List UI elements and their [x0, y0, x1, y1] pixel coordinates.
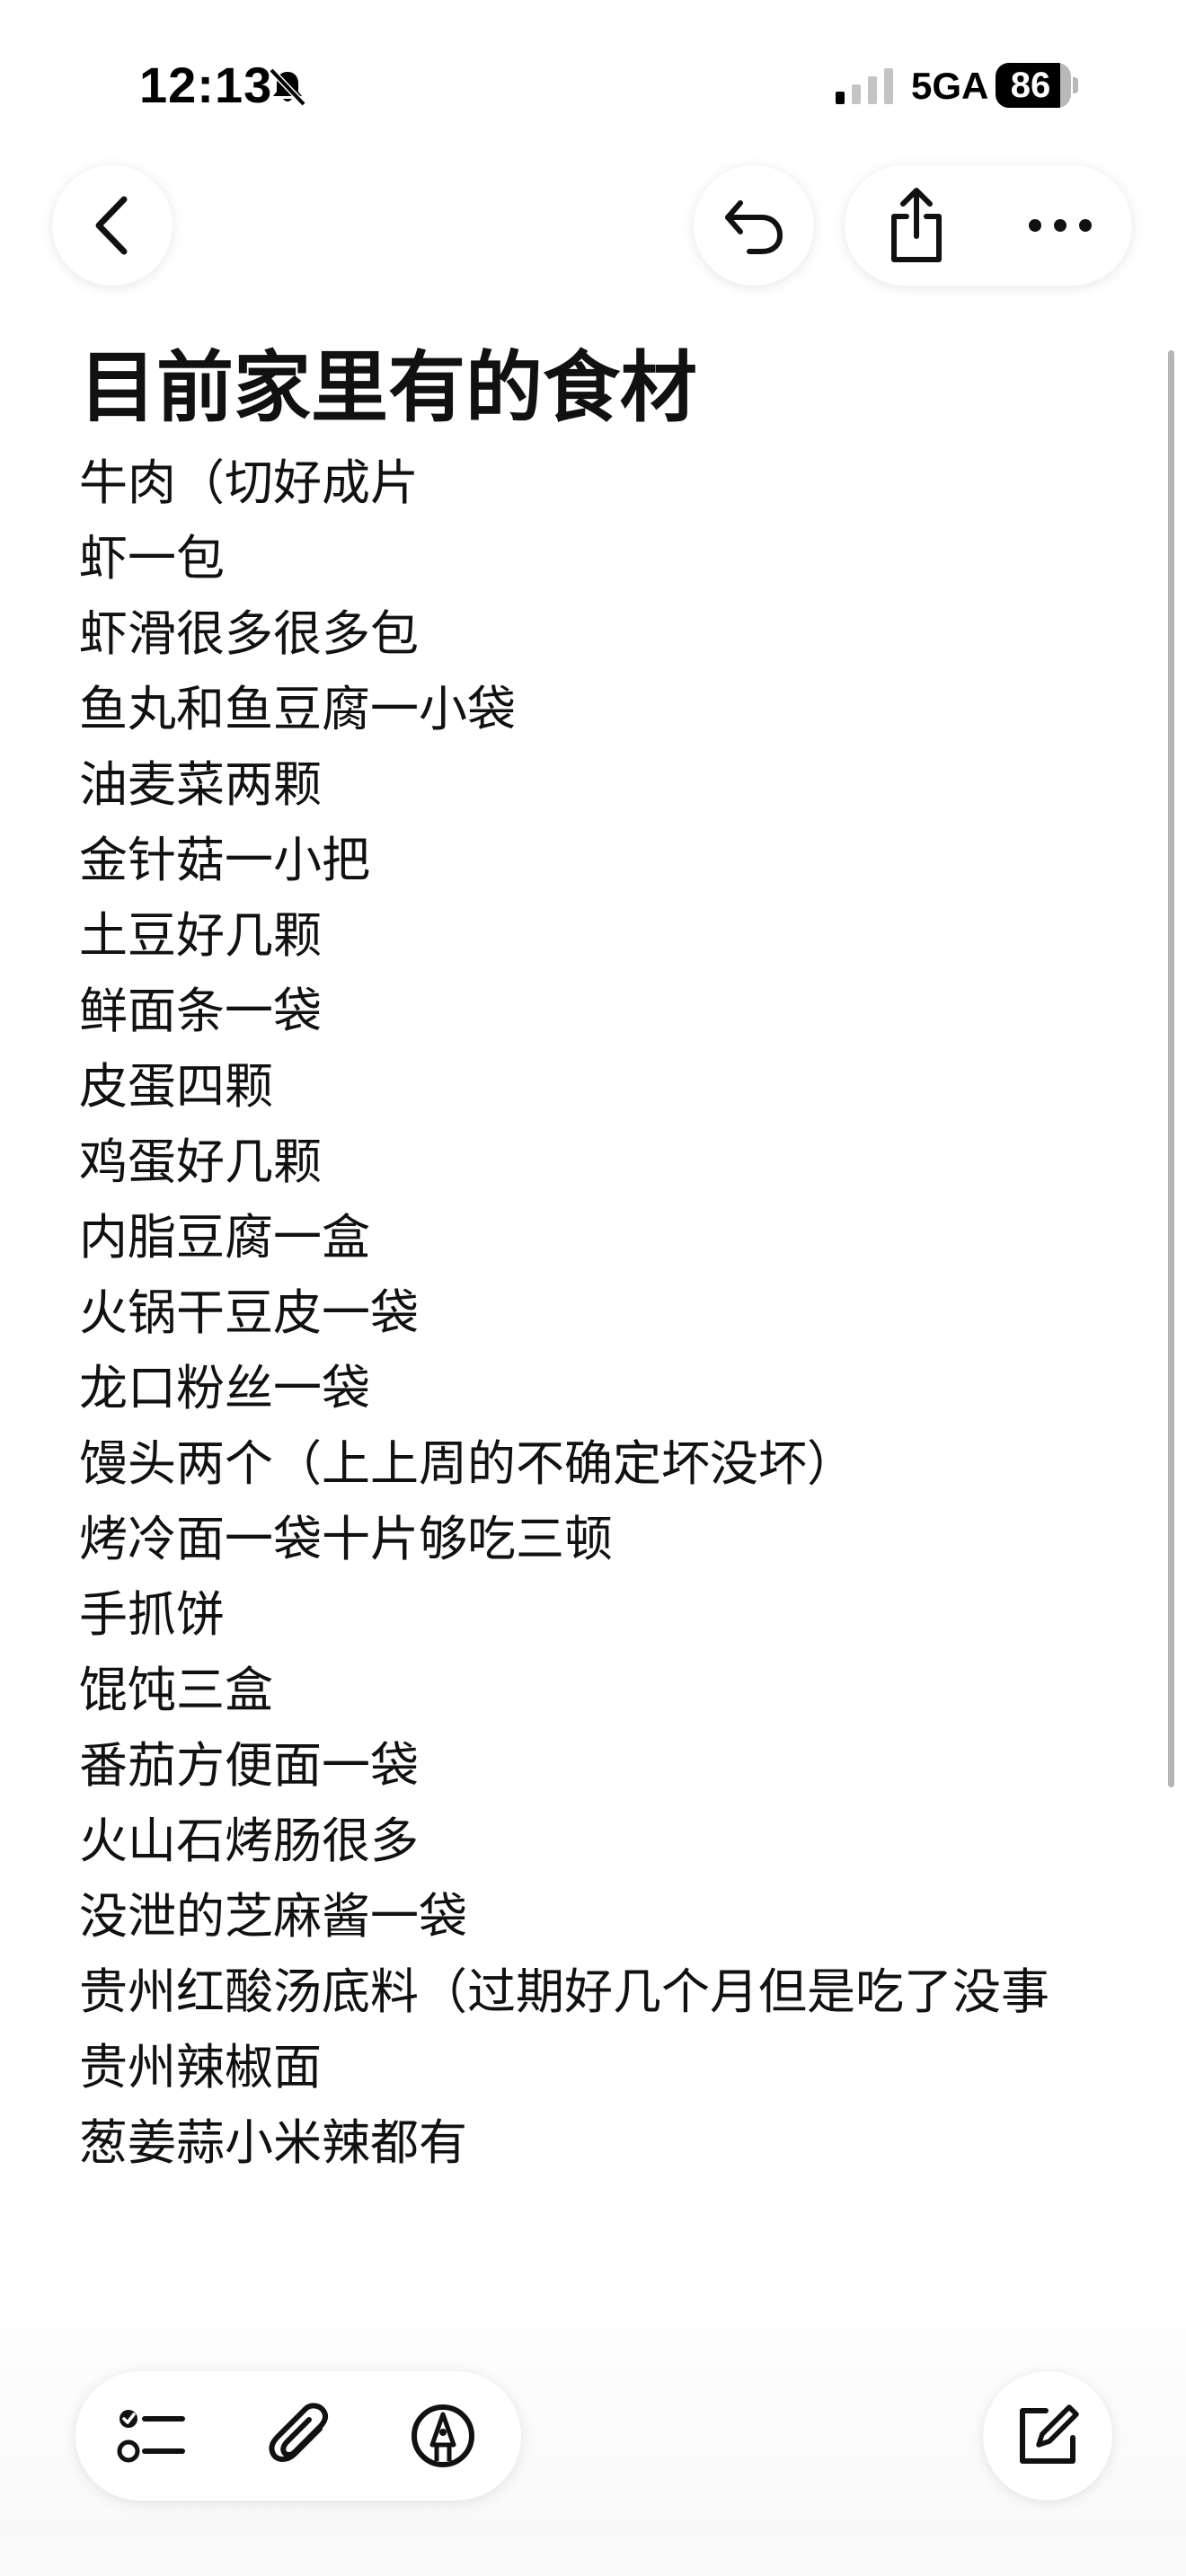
note-line[interactable]: 馄饨三盒: [79, 1653, 1121, 1728]
markup-button[interactable]: [376, 2371, 510, 2501]
notes-screen: 12:13 5GA 86 目前家里有的食材 牛肉（切好成片 虾一包 虾滑很多很多…: [0, 0, 1186, 2576]
note-line[interactable]: 火山石烤肠很多: [79, 1804, 1121, 1879]
more-button[interactable]: [997, 165, 1123, 286]
status-bar: 12:13 5GA 86: [0, 0, 1186, 171]
chevron-left-icon: [95, 196, 128, 255]
checklist-button[interactable]: [84, 2371, 219, 2501]
note-line[interactable]: 火锅干豆皮一袋: [79, 1275, 1121, 1351]
note-line[interactable]: 牛肉（切好成片: [79, 446, 1121, 521]
compose-button[interactable]: [983, 2371, 1112, 2501]
note-line[interactable]: 番茄方便面一袋: [79, 1728, 1121, 1804]
note-line[interactable]: 馒头两个（上上周的不确定坏没坏）: [79, 1426, 1121, 1502]
checklist-icon: [117, 2410, 185, 2463]
note-line[interactable]: 贵州辣椒面: [79, 2030, 1121, 2105]
note-line[interactable]: 油麦菜两颗: [79, 747, 1121, 823]
attach-button[interactable]: [232, 2371, 367, 2501]
note-line[interactable]: 没泄的芝麻酱一袋: [79, 1879, 1121, 1954]
note-line[interactable]: 虾一包: [79, 521, 1121, 596]
note-line[interactable]: 烤冷面一袋十片够吃三顿: [79, 1502, 1121, 1577]
note-lines: 牛肉（切好成片 虾一包 虾滑很多很多包 鱼丸和鱼豆腐一小袋 油麦菜两颗 金针菇一小把 土豆好…: [79, 446, 1121, 2181]
bottom-tool-group: [75, 2371, 521, 2501]
cellular-signal-icon: [836, 68, 893, 104]
note-line[interactable]: 鸡蛋好几颗: [79, 1125, 1121, 1200]
home-indicator-area: [0, 2522, 1186, 2576]
note-line[interactable]: 手抓饼: [79, 1577, 1121, 1653]
note-title[interactable]: 目前家里有的食材: [79, 334, 1121, 442]
scroll-indicator[interactable]: [1168, 350, 1174, 1787]
bell-muted-icon: [269, 67, 306, 107]
status-time: 12:13: [139, 57, 273, 113]
battery-indicator: 86: [996, 63, 1078, 108]
paperclip-icon: [269, 2403, 329, 2462]
back-button[interactable]: [52, 165, 173, 286]
markup-pen-icon: [412, 2404, 474, 2467]
note-line[interactable]: 内脂豆腐一盒: [79, 1200, 1121, 1275]
note-line[interactable]: 鲜面条一袋: [79, 974, 1121, 1049]
ellipsis-icon: [1029, 219, 1092, 232]
note-line[interactable]: 金针菇一小把: [79, 823, 1121, 898]
note-line[interactable]: 土豆好几颗: [79, 898, 1121, 974]
note-line[interactable]: 龙口粉丝一袋: [79, 1351, 1121, 1426]
share-more-group: [845, 165, 1132, 286]
note-line[interactable]: 葱姜蒜小米辣都有: [79, 2105, 1121, 2181]
note-line[interactable]: 鱼丸和鱼豆腐一小袋: [79, 672, 1121, 747]
network-type: 5GA: [911, 65, 989, 107]
undo-icon: [725, 200, 783, 254]
battery-percent: 86: [1010, 66, 1051, 105]
undo-button[interactable]: [694, 165, 814, 286]
compose-icon: [1020, 2404, 1079, 2464]
note-line[interactable]: 皮蛋四颗: [79, 1049, 1121, 1125]
share-button[interactable]: [854, 165, 979, 286]
note-line[interactable]: 虾滑很多很多包: [79, 596, 1121, 672]
note-body[interactable]: 目前家里有的食材 牛肉（切好成片 虾一包 虾滑很多很多包 鱼丸和鱼豆腐一小袋 油麦菜两颗…: [79, 334, 1121, 2181]
share-icon: [891, 188, 942, 262]
note-line[interactable]: 贵州红酸汤底料（过期好几个月但是吃了没事: [79, 1954, 1121, 2030]
